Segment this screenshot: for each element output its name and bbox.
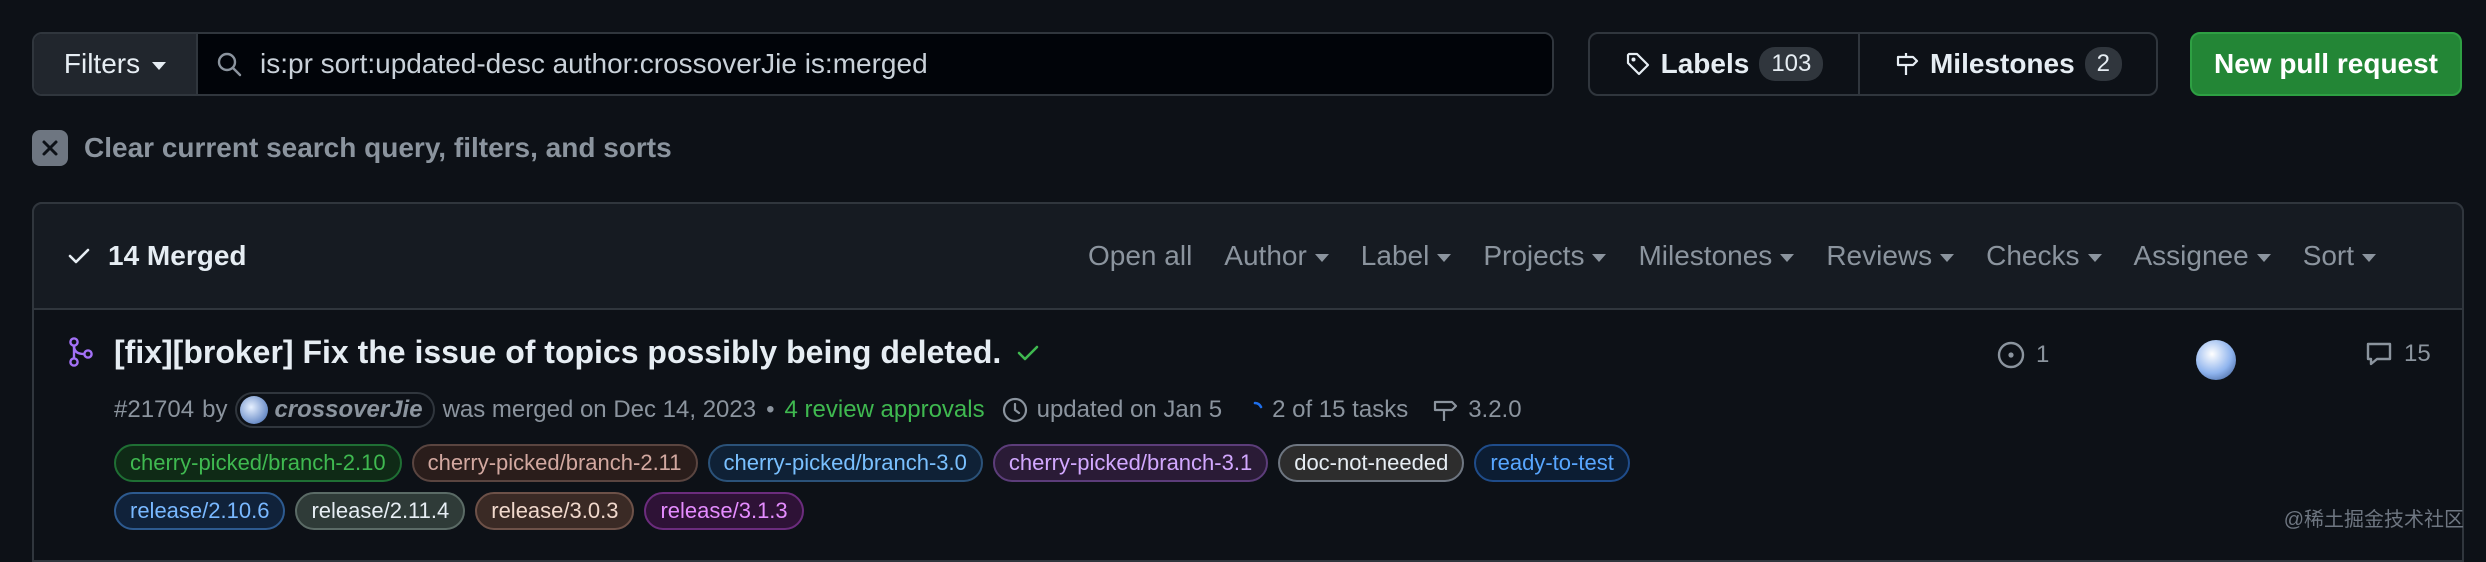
filters-dropdown-button[interactable]: Filters [34,34,198,94]
comments-count: 15 [2404,340,2431,367]
chevron-down-icon [1592,253,1607,262]
updated-text: updated on Jan 5 [1036,396,1223,423]
chevron-down-icon [1314,253,1329,262]
chevron-down-icon [1940,253,1955,262]
milestone-icon [1894,51,1920,77]
pr-label[interactable]: ready-to-test [1474,444,1630,482]
pr-labels-row-2: release/2.10.6 release/2.11.4 release/3.0.… [114,492,804,530]
author-name: crossoverJie [274,396,423,423]
merged-count-label: 14 Merged [108,240,247,271]
assignee-filter-dropdown[interactable]: Assignee [2134,240,2271,272]
chevron-down-icon [152,61,167,70]
pr-label[interactable]: cherry-picked/branch-2.10 [114,444,402,482]
pr-label[interactable]: release/3.0.3 [475,492,635,530]
labels-button[interactable]: Labels 103 [1590,34,1860,94]
new-pull-request-label: New pull request [2213,48,2439,79]
pr-title-link[interactable]: [fix][broker] Fix the issue of topics po… [114,334,1001,371]
reviews-filter-label: Reviews [1826,240,1933,271]
close-icon [32,130,68,166]
label-filter-dropdown[interactable]: Label [1361,240,1452,272]
milestones-label: Milestones [1929,48,2075,79]
pr-label[interactable]: cherry-picked/branch-3.0 [707,444,983,482]
merged-pr-icon [66,336,94,368]
tag-icon [1625,51,1651,77]
sort-label: Sort [2302,240,2355,271]
projects-filter-label: Projects [1483,240,1585,271]
pr-label[interactable]: cherry-picked/branch-3.1 [992,444,1269,482]
author-filter-label: Author [1224,240,1307,271]
clear-filters-link[interactable]: Clear current search query, filters, and… [32,130,672,166]
pr-labels-row-1: cherry-picked/branch-2.10 cherry-picked/b… [114,444,1630,482]
pr-meta: #21704 by crossoverJie was merged on Dec… [114,392,1522,428]
chevron-down-icon [1780,253,1795,262]
separator-bullet: • [766,396,775,423]
search-input[interactable]: is:pr sort:updated-desc author:crossover… [198,34,1552,94]
comments-link[interactable]: 15 [2364,340,2431,368]
checks-passed-icon[interactable] [1015,340,1041,366]
pr-label[interactable]: release/2.10.6 [114,492,286,530]
list-filters-toolbar: Open all Author Label Projects Milestone… [1088,240,2377,272]
milestone-icon [1432,397,1460,423]
review-approvals-link[interactable]: 4 review approvals [785,396,985,424]
linked-issues[interactable]: 1 [1996,340,2049,370]
check-icon [66,243,92,269]
pr-label[interactable]: cherry-picked/branch-2.11 [411,444,698,482]
task-progress-icon [1246,401,1264,419]
milestones-button[interactable]: Milestones 2 [1860,34,2156,94]
projects-filter-dropdown[interactable]: Projects [1483,240,1607,272]
by-text: by [202,396,228,423]
chevron-down-icon [2256,253,2271,262]
watermark: @稀土掘金技术社区 [2283,509,2464,531]
clock-icon [1001,396,1029,424]
filters-label: Filters [63,48,141,79]
chevron-down-icon [2087,253,2102,262]
milestones-filter-label: Milestones [1638,240,1773,271]
milestones-count-badge: 2 [2084,47,2123,81]
assignee-avatar[interactable] [2196,340,2236,380]
filter-bar: Filters is:pr sort:updated-desc author:c… [32,32,1554,96]
labels-label: Labels [1660,48,1750,79]
pr-label[interactable]: release/3.1.3 [644,492,804,530]
search-icon [216,51,242,77]
reviews-filter-dropdown[interactable]: Reviews [1826,240,1955,272]
label-filter-label: Label [1360,240,1430,271]
issue-opened-icon [1996,340,2026,370]
chevron-down-icon [1437,253,1452,262]
sort-dropdown[interactable]: Sort [2302,240,2377,272]
checks-filter-dropdown[interactable]: Checks [1986,240,2102,272]
checks-filter-label: Checks [1986,240,2080,271]
assignee-filter-label: Assignee [2133,240,2249,271]
clear-filters-label: Clear current search query, filters, and… [84,132,672,163]
avatar [240,396,269,424]
merged-count-toggle[interactable]: 14 Merged [66,240,247,272]
open-all-label: Open all [1088,240,1193,271]
author-link[interactable]: crossoverJie [235,392,435,428]
milestone-link[interactable]: 3.2.0 [1468,396,1521,424]
milestones-filter-dropdown[interactable]: Milestones [1638,240,1795,272]
new-pull-request-button[interactable]: New pull request [2190,32,2462,96]
labels-count-badge: 103 [1759,47,1824,81]
pr-label[interactable]: release/2.11.4 [295,492,466,530]
pr-number: #21704 [114,396,195,423]
chevron-down-icon [2362,253,2377,262]
merged-date-text: was merged on Dec 14, 2023 [442,396,757,423]
author-filter-dropdown[interactable]: Author [1224,240,1329,272]
pr-label[interactable]: doc-not-needed [1278,444,1465,482]
linked-issues-count: 1 [2036,341,2050,368]
open-all-button[interactable]: Open all [1088,240,1192,272]
tasks-text: 2 of 15 tasks [1272,396,1409,423]
labels-milestones-group: Labels 103 Milestones 2 [1588,32,2158,96]
pr-title-row: [fix][broker] Fix the issue of topics po… [114,334,1041,371]
comment-icon [2364,340,2394,368]
search-query-text: is:pr sort:updated-desc author:crossover… [260,48,928,79]
